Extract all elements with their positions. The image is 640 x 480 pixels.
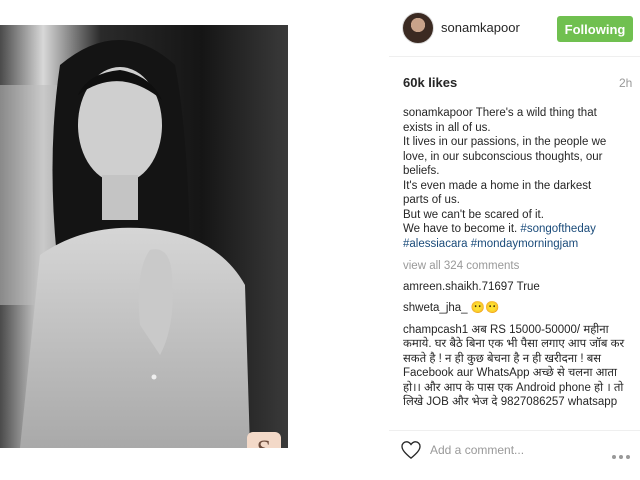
likes-count[interactable]: 60k likes <box>403 75 457 90</box>
more-icon[interactable] <box>611 447 631 465</box>
add-comment-input[interactable]: Add a comment... <box>430 443 524 457</box>
caption-line: There's a wild thing that <box>475 107 597 119</box>
caption-line: We have to become it. <box>403 223 518 235</box>
hashtag-link[interactable]: #songoftheday <box>520 223 595 235</box>
hashtag-link[interactable]: #mondaymorningjam <box>471 238 578 250</box>
post-side-panel: sonamkapoor Following 60k likes 2h sonam… <box>389 0 640 480</box>
caption-line: exists in all of us. <box>403 121 491 134</box>
avatar[interactable] <box>402 12 434 44</box>
caption-line: parts of us. <box>403 194 460 206</box>
view-all-comments-link[interactable]: view all 324 comments <box>403 259 635 274</box>
comment-text: अब RS 15000-50000/ महीना कमाये. घर बैठे … <box>403 323 625 409</box>
heart-icon[interactable] <box>401 441 421 464</box>
comment-username[interactable]: shweta_jha_ <box>403 302 468 314</box>
comment: champcash1 अब RS 15000-50000/ महीना कमाय… <box>403 323 635 410</box>
footer-divider <box>389 430 640 431</box>
comment-text: 😶😶 <box>470 302 500 314</box>
comment: amreen.shaikh.71697 True <box>403 280 635 295</box>
post-timestamp[interactable]: 2h <box>619 76 632 90</box>
caption-username[interactable]: sonamkapoor <box>403 107 473 119</box>
comment-username[interactable]: champcash1 <box>403 324 468 336</box>
comment: shweta_jha_ 😶😶 <box>403 301 635 316</box>
following-button[interactable]: Following <box>557 16 633 42</box>
post-photo[interactable]: S <box>0 25 288 448</box>
hashtag-link[interactable]: #alessiacara <box>403 238 468 250</box>
post-header: sonamkapoor Following <box>389 10 640 46</box>
caption-line: But we can't be scared of it. <box>403 208 544 221</box>
comment-text: True <box>516 280 540 293</box>
caption-line: It lives in our passions, in the people … <box>403 136 607 148</box>
comment-username[interactable]: amreen.shaikh.71697 <box>403 281 514 293</box>
caption-line: love, in our subconscious thoughts, our <box>403 150 603 163</box>
watermark-logo: S <box>247 432 281 448</box>
header-divider <box>389 56 640 57</box>
caption-line: It's even made a home in the darkest <box>403 179 592 192</box>
caption: sonamkapoor There's a wild thing that ex… <box>403 106 635 251</box>
caption-line: beliefs. <box>403 165 440 177</box>
author-username[interactable]: sonamkapoor <box>441 20 520 35</box>
comments-list: sonamkapoor There's a wild thing that ex… <box>403 106 635 417</box>
post-photo-image <box>0 25 288 448</box>
